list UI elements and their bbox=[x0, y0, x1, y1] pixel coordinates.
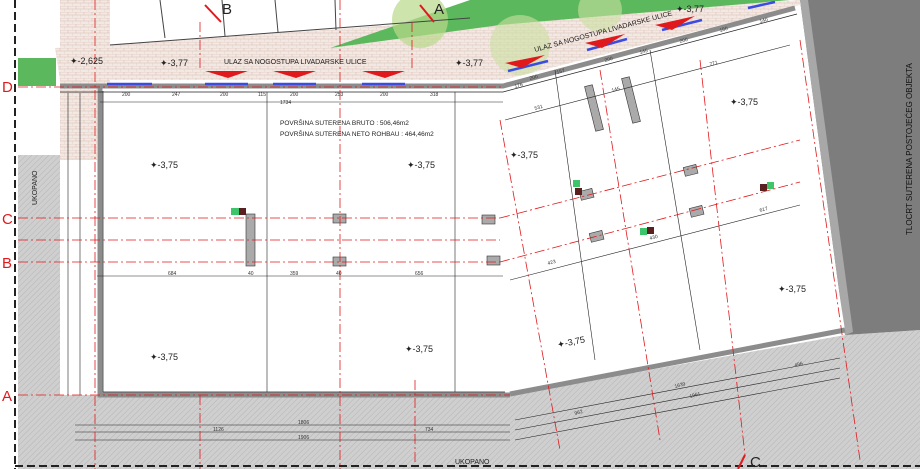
svg-text:734: 734 bbox=[425, 427, 434, 433]
svg-text:200: 200 bbox=[290, 92, 299, 98]
excavated-label-left: UKOPANO bbox=[32, 170, 39, 205]
svg-text:✦-3,77: ✦-3,77 bbox=[455, 58, 483, 68]
section-mark-b: B bbox=[222, 1, 232, 18]
svg-text:1906: 1906 bbox=[298, 435, 309, 441]
svg-text:1126: 1126 bbox=[213, 427, 224, 433]
svg-text:359: 359 bbox=[290, 271, 299, 277]
svg-text:200: 200 bbox=[380, 92, 389, 98]
svg-text:40: 40 bbox=[336, 271, 342, 277]
svg-text:✦-3,75: ✦-3,75 bbox=[150, 352, 178, 362]
excavated-label-bottom: UKOPANO bbox=[455, 459, 490, 466]
svg-text:318: 318 bbox=[430, 92, 439, 98]
entrance-label: ULAZ SA NOGOSTUPA LIVADARSKE ULICE bbox=[224, 59, 367, 66]
svg-text:✦-2,625: ✦-2,625 bbox=[70, 56, 103, 66]
svg-text:1806: 1806 bbox=[298, 420, 309, 426]
svg-text:200: 200 bbox=[122, 92, 131, 98]
svg-text:656: 656 bbox=[415, 271, 424, 277]
excavated-soil-left bbox=[18, 155, 60, 395]
svg-text:✦-3,77: ✦-3,77 bbox=[160, 58, 188, 68]
existing-building-label: TLOCRT SUTERENA POSTOJEĆEG OBJEKTA bbox=[905, 62, 914, 235]
axis-label-a: A bbox=[2, 388, 12, 405]
section-mark-c: C bbox=[750, 454, 761, 469]
axis-label-b: B bbox=[2, 255, 12, 272]
svg-text:✦-3,75: ✦-3,75 bbox=[778, 284, 806, 294]
svg-text:684: 684 bbox=[168, 271, 177, 277]
svg-text:✦-3,75: ✦-3,75 bbox=[730, 97, 758, 107]
section-mark-a: A bbox=[434, 1, 444, 18]
svg-text:✦-3,75: ✦-3,75 bbox=[510, 150, 538, 160]
svg-text:✦-3,75: ✦-3,75 bbox=[407, 160, 435, 170]
area-bruto: POVRŠINA SUTERENA BRUTO : 506,46m2 bbox=[280, 118, 409, 127]
svg-text:40: 40 bbox=[248, 271, 254, 277]
svg-text:✦-3,75: ✦-3,75 bbox=[405, 344, 433, 354]
svg-text:1734: 1734 bbox=[280, 100, 291, 106]
axis-label-c: C bbox=[2, 211, 13, 228]
svg-text:✦-3,77: ✦-3,77 bbox=[676, 4, 704, 14]
svg-text:253: 253 bbox=[335, 92, 344, 98]
svg-text:247: 247 bbox=[172, 92, 181, 98]
svg-text:200: 200 bbox=[220, 92, 229, 98]
grass-area-left bbox=[18, 58, 56, 86]
area-neto: POVRŠINA SUTERENA NETO ROHBAU : 464,46m2 bbox=[280, 129, 434, 138]
svg-text:✦-3,75: ✦-3,75 bbox=[150, 160, 178, 170]
basement-floor-plan: D C B A B A C POVRŠINA SUTERENA BRUTO : … bbox=[0, 0, 920, 469]
svg-text:115: 115 bbox=[258, 92, 266, 98]
axis-label-d: D bbox=[2, 79, 13, 96]
